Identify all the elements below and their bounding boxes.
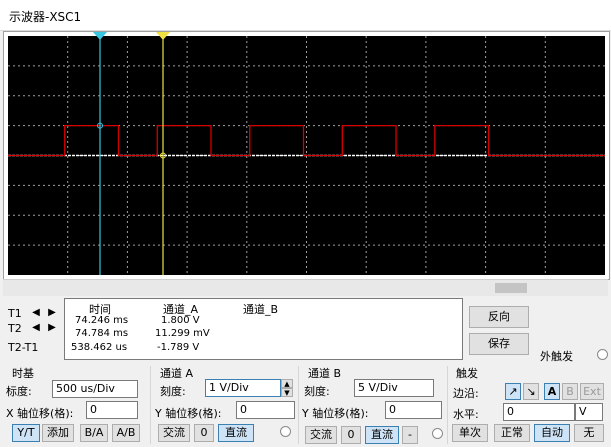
channel-a-scale-down-icon[interactable]: ▼ (281, 388, 293, 397)
mode-ab-button[interactable]: A/B (112, 424, 140, 442)
ext-trigger-label: 外触发 (540, 350, 573, 363)
divider (298, 366, 299, 444)
trigger-edge-label: 边沿: (453, 387, 479, 400)
mode-ba-button[interactable]: B/A (80, 424, 108, 442)
channel-b-scale-field[interactable]: 5 V/Div (354, 379, 434, 397)
trigger-normal-button[interactable]: 正常 (494, 424, 530, 442)
timebase-xpos-label: X 轴位移(格): (6, 407, 74, 420)
title-bar: 示波器-XSC1 (0, 0, 611, 31)
channel-a-ypos-field[interactable]: 0 (236, 401, 295, 419)
readout-t2-ch-a: 11.299 mV (155, 328, 210, 339)
trigger-level-unit[interactable]: V (575, 403, 603, 421)
timebase-scale-field[interactable]: 500 us/Div (52, 380, 138, 398)
readout-delta-ch-a: -1.789 V (157, 342, 200, 353)
cursor-t1-label: T1 (8, 307, 22, 320)
trigger-title: 触发 (456, 367, 478, 380)
scrollbar-thumb[interactable] (495, 283, 527, 293)
channel-b-ypos-field[interactable]: 0 (385, 401, 442, 419)
channel-a-ypos-label: Y 轴位移(格): (155, 407, 222, 420)
channel-b-scale-label: 刻度: (304, 385, 330, 398)
readout-t1-ch-a: 1.800 V (161, 315, 200, 326)
trigger-source-b-button[interactable]: B (562, 383, 578, 400)
t2-left-arrow-icon[interactable]: ◀ (30, 322, 42, 334)
channel-a-scale-field[interactable]: 1 V/Div (205, 379, 281, 397)
readout-t1-time: 74.246 ms (75, 315, 129, 326)
t2-right-arrow-icon[interactable]: ▶ (46, 322, 58, 334)
channel-b-ac-button[interactable]: 交流 (305, 426, 337, 444)
trigger-none-button[interactable]: 无 (574, 424, 604, 442)
mode-yt-button[interactable]: Y/T (12, 424, 40, 442)
channel-b-invert-button[interactable]: - (402, 426, 418, 444)
oscilloscope-display[interactable] (4, 32, 609, 279)
timebase-xpos-field[interactable]: 0 (86, 401, 138, 419)
rising-edge-icon[interactable]: ↗ (505, 383, 521, 400)
trigger-single-button[interactable]: 单次 (452, 424, 488, 442)
timebase-scale-label: 标度: (6, 385, 32, 398)
readout-t2-time: 74.784 ms (75, 328, 129, 339)
t1-right-arrow-icon[interactable]: ▶ (46, 307, 58, 319)
measurement-readout: 时间 通道_A 通道_B 74.246 ms 1.800 V 74.784 ms… (64, 298, 463, 360)
window-title: 示波器-XSC1 (9, 10, 82, 24)
cursor-delta-label: T2-T1 (8, 341, 39, 354)
readout-delta-time: 538.462 us (71, 342, 128, 353)
channel-b-terminal[interactable] (432, 428, 443, 439)
channel-b-ypos-label: Y 轴位移(格): (302, 407, 369, 420)
channel-a-zero-button[interactable]: 0 (194, 424, 214, 442)
t1-left-arrow-icon[interactable]: ◀ (30, 307, 42, 319)
channel-a-terminal[interactable] (280, 426, 291, 437)
ext-trigger-terminal[interactable] (597, 349, 608, 360)
channel-b-zero-button[interactable]: 0 (341, 426, 361, 444)
channel-b-title: 通道 B (308, 367, 342, 380)
trigger-level-field[interactable]: 0 (503, 403, 575, 421)
channel-a-ac-button[interactable]: 交流 (158, 424, 190, 442)
scope-screen-frame (3, 31, 610, 280)
channel-a-dc-button[interactable]: 直流 (218, 424, 254, 442)
timebase-title: 时基 (12, 367, 34, 380)
divider (447, 366, 448, 444)
channel-a-title: 通道 A (160, 367, 194, 380)
trigger-auto-button[interactable]: 自动 (534, 424, 570, 442)
falling-edge-icon[interactable]: ↘ (523, 383, 539, 400)
save-button[interactable]: 保存 (469, 333, 529, 355)
trigger-source-a-button[interactable]: A (544, 383, 560, 400)
readout-header-ch-b: 通道_B (243, 303, 279, 316)
reverse-button[interactable]: 反向 (469, 306, 529, 328)
cursor-t2-label: T2 (8, 322, 22, 335)
channel-a-scale-up-icon[interactable]: ▲ (281, 379, 293, 388)
divider (150, 366, 151, 444)
horizontal-scrollbar[interactable] (3, 279, 608, 296)
mode-add-button[interactable]: 添加 (42, 424, 74, 442)
channel-b-dc-button[interactable]: 直流 (365, 426, 399, 444)
trigger-level-label: 水平: (453, 408, 479, 421)
channel-a-scale-label: 刻度: (160, 385, 186, 398)
trigger-source-ext-button[interactable]: Ext (580, 383, 604, 400)
